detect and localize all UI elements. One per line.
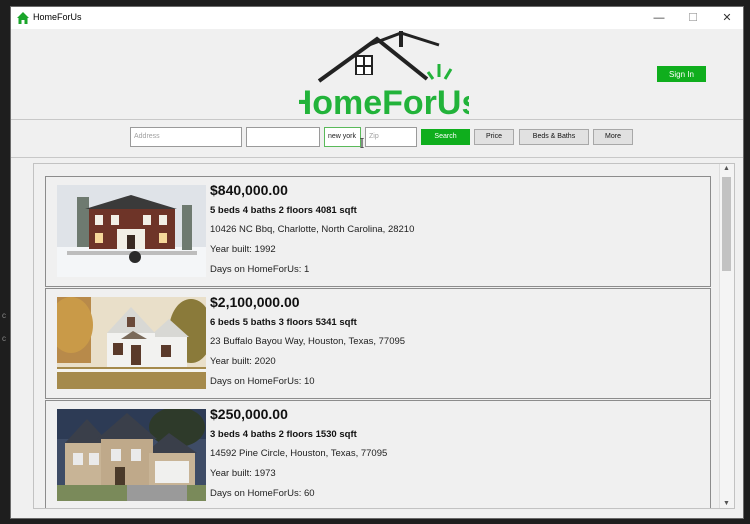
search-button[interactable]: Search: [421, 129, 470, 145]
listing-card[interactable]: $840,000.00 5 beds 4 baths 2 floors 4081…: [45, 176, 711, 287]
title-bar: HomeForUs — ☐ ✕: [11, 7, 743, 29]
listing-price: $2,100,000.00: [210, 294, 300, 310]
header: HomeForUs Sign In: [11, 29, 743, 121]
listing-address: 10426 NC Bbq, Charlotte, North Carolina,…: [210, 224, 415, 235]
minimize-button[interactable]: —: [648, 10, 670, 26]
house-app-icon: [17, 12, 29, 24]
listing-address: 23 Buffalo Bayou Way, Houston, Texas, 77…: [210, 336, 406, 347]
zip-input[interactable]: Zip: [365, 127, 417, 147]
listing-card[interactable]: $2,100,000.00 6 beds 5 baths 3 floors 53…: [45, 288, 711, 399]
listing-specs: 5 beds 4 baths 2 floors 4081 sqft: [210, 205, 357, 216]
app-window: HomeForUs — ☐ ✕ HomeForUs Sign In Addres…: [10, 6, 744, 519]
price-filter-button[interactable]: Price: [474, 129, 514, 145]
scrollbar-thumb[interactable]: [722, 177, 731, 271]
listings-panel[interactable]: $840,000.00 5 beds 4 baths 2 floors 4081…: [33, 163, 735, 509]
listing-address: 14592 Pine Circle, Houston, Texas, 77095: [210, 448, 388, 459]
text-cursor-icon: [360, 138, 364, 148]
background-glyph: c: [2, 311, 6, 320]
sign-in-button[interactable]: Sign In: [657, 66, 706, 82]
listing-card[interactable]: $250,000.00 3 beds 4 baths 2 floors 1530…: [45, 400, 711, 508]
listing-price: $840,000.00: [210, 182, 288, 198]
search-field-input[interactable]: [246, 127, 320, 147]
listing-days-on-site: Days on HomeForUs: 60: [210, 488, 315, 499]
window-title: HomeForUs: [33, 12, 82, 22]
listing-price: $250,000.00: [210, 406, 288, 422]
house-photo-tan-suburban: [57, 409, 206, 501]
close-button[interactable]: ✕: [716, 10, 738, 26]
logo-text: HomeForUs: [299, 84, 469, 121]
search-bar: Address new york Zip Search Price Beds &…: [11, 120, 743, 157]
listing-year-built: Year built: 1973: [210, 468, 276, 479]
listing-year-built: Year built: 1992: [210, 244, 276, 255]
city-input[interactable]: new york: [324, 127, 361, 147]
listing-year-built: Year built: 2020: [210, 356, 276, 367]
listing-specs: 3 beds 4 baths 2 floors 1530 sqft: [210, 429, 357, 440]
homeforus-logo: HomeForUs: [299, 31, 469, 121]
listing-days-on-site: Days on HomeForUs: 1: [210, 264, 310, 275]
address-input[interactable]: Address: [130, 127, 242, 147]
maximize-button[interactable]: ☐: [682, 10, 704, 26]
beds-baths-filter-button[interactable]: Beds & Baths: [519, 129, 589, 145]
divider: [11, 157, 743, 158]
scroll-up-icon[interactable]: ▲: [720, 165, 733, 172]
vertical-scrollbar[interactable]: ▲ ▼: [719, 164, 734, 508]
listing-days-on-site: Days on HomeForUs: 10: [210, 376, 315, 387]
listing-specs: 6 beds 5 baths 3 floors 5341 sqft: [210, 317, 357, 328]
house-photo-white-cottage: [57, 297, 206, 389]
more-filter-button[interactable]: More: [593, 129, 633, 145]
house-photo-brick-snow: [57, 185, 206, 277]
scroll-down-icon[interactable]: ▼: [720, 500, 733, 507]
background-glyph: c: [2, 334, 6, 343]
